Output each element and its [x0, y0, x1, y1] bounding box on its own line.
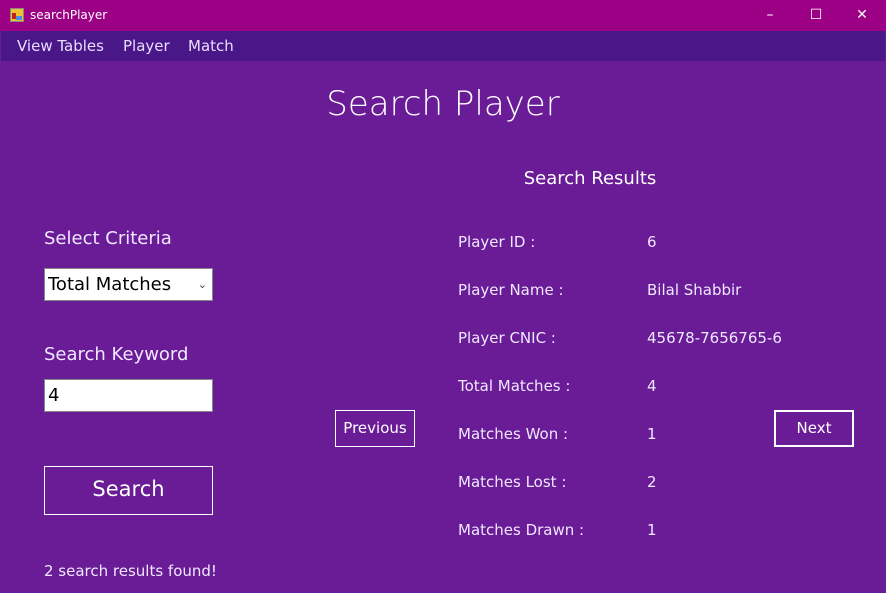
previous-button[interactable]: Previous	[335, 410, 415, 447]
keyword-input[interactable]: 4	[44, 379, 213, 412]
title-bar: searchPlayer – ☐ ✕	[0, 0, 886, 31]
result-value: 2	[647, 473, 657, 491]
close-button[interactable]: ✕	[839, 0, 885, 31]
result-value: 1	[647, 425, 657, 443]
result-label: Matches Won :	[458, 425, 569, 443]
result-label: Player Name :	[458, 281, 564, 299]
criteria-select[interactable]: Total Matches ⌄	[44, 268, 213, 301]
page-title: Search Player	[326, 84, 560, 124]
menu-player[interactable]: Player	[123, 37, 170, 55]
next-button[interactable]: Next	[774, 410, 854, 447]
menu-view-tables[interactable]: View Tables	[17, 37, 104, 55]
result-label: Player CNIC :	[458, 329, 556, 347]
criteria-selected: Total Matches	[48, 274, 172, 295]
result-label: Matches Drawn :	[458, 521, 585, 539]
app-icon	[10, 8, 24, 22]
minimize-button[interactable]: –	[747, 0, 793, 31]
menu-match[interactable]: Match	[188, 37, 234, 55]
result-value: 1	[647, 521, 657, 539]
menu-bar: View Tables Player Match	[1, 31, 885, 61]
keyword-label: Search Keyword	[44, 344, 189, 365]
criteria-label: Select Criteria	[44, 228, 172, 249]
status-text: 2 search results found!	[44, 562, 217, 580]
result-label: Player ID :	[458, 233, 536, 251]
result-value: Bilal Shabbir	[647, 281, 742, 299]
result-value: 45678-7656765-6	[647, 329, 782, 347]
results-title: Search Results	[523, 168, 657, 189]
search-button[interactable]: Search	[44, 466, 213, 515]
result-value: 6	[647, 233, 657, 251]
result-label: Total Matches :	[458, 377, 571, 395]
chevron-down-icon: ⌄	[197, 278, 207, 291]
window-title: searchPlayer	[30, 8, 108, 22]
maximize-button[interactable]: ☐	[793, 0, 839, 31]
result-value: 4	[647, 377, 657, 395]
result-label: Matches Lost :	[458, 473, 567, 491]
